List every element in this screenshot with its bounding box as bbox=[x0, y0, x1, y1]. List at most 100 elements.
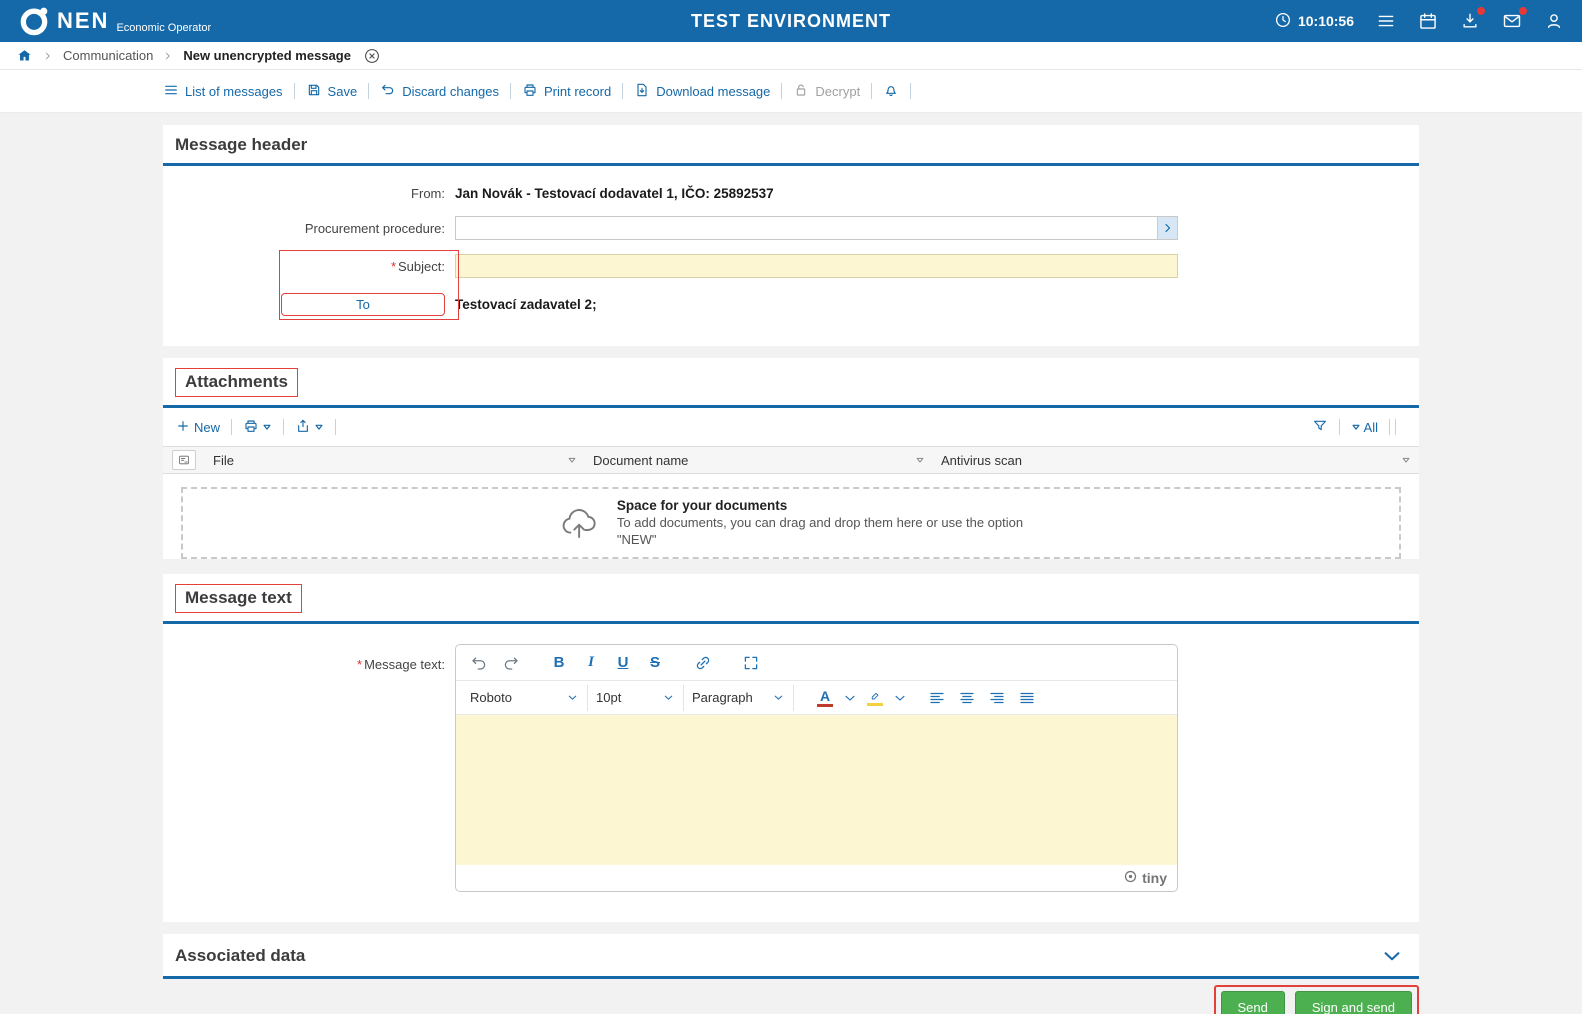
editor-footer: tiny bbox=[456, 865, 1177, 891]
toolbar-separator bbox=[283, 419, 284, 435]
dropdown-caret-icon bbox=[262, 420, 272, 435]
column-filter-caret-icon[interactable] bbox=[915, 455, 925, 465]
fullscreen-button[interactable] bbox=[736, 649, 766, 677]
required-asterisk: * bbox=[357, 657, 362, 672]
procurement-procedure-input[interactable] bbox=[455, 216, 1178, 240]
print-record-button[interactable]: Print record bbox=[522, 82, 611, 101]
decrypt-button[interactable]: Decrypt bbox=[793, 82, 860, 101]
italic-button[interactable]: I bbox=[576, 649, 606, 677]
plus-icon bbox=[175, 418, 191, 437]
downloads-notification-badge bbox=[1477, 7, 1485, 15]
filter-all-label: All bbox=[1364, 420, 1378, 435]
export-attachments-button[interactable] bbox=[295, 418, 324, 437]
highlight-color-caret[interactable] bbox=[892, 684, 908, 712]
topbar: NEN Economic Operator TEST ENVIRONMENT 1… bbox=[0, 0, 1582, 42]
underline-button[interactable]: U bbox=[608, 649, 638, 677]
filter-all-button[interactable]: All bbox=[1351, 420, 1378, 435]
cloud-upload-icon bbox=[559, 507, 601, 539]
breadcrumb: Communication New unencrypted message bbox=[0, 42, 1582, 70]
notifications-bell-button[interactable] bbox=[883, 82, 899, 101]
procurement-lookup-button[interactable] bbox=[1157, 217, 1177, 239]
downloads-button[interactable] bbox=[1460, 11, 1480, 31]
align-right-button[interactable] bbox=[982, 684, 1012, 712]
nen-brand[interactable]: NEN Economic Operator bbox=[18, 5, 211, 37]
bell-icon bbox=[883, 82, 899, 101]
bottom-actions-bar: Send Sign and send bbox=[163, 985, 1419, 1014]
document-download-icon bbox=[634, 82, 650, 101]
save-button[interactable]: Save bbox=[306, 82, 358, 101]
bold-button[interactable]: B bbox=[544, 649, 574, 677]
close-tab-icon[interactable] bbox=[363, 47, 381, 65]
calendar-button[interactable] bbox=[1418, 11, 1438, 31]
font-size-select[interactable]: 10pt bbox=[588, 685, 684, 711]
message-text-label: Message text: bbox=[364, 657, 445, 672]
documents-dropzone[interactable]: Space for your documents To add document… bbox=[181, 487, 1401, 559]
section-underline bbox=[163, 976, 1419, 979]
toolbar-separator bbox=[781, 83, 782, 99]
procurement-procedure-label: Procurement procedure: bbox=[163, 221, 455, 236]
toolbar-separator bbox=[1339, 419, 1340, 435]
user-profile-button[interactable] bbox=[1544, 11, 1564, 31]
filter-button[interactable] bbox=[1312, 418, 1328, 437]
column-filter-caret-icon[interactable] bbox=[567, 455, 577, 465]
column-header-file[interactable]: File bbox=[205, 447, 585, 473]
strikethrough-button[interactable]: S bbox=[640, 649, 670, 677]
font-family-select[interactable]: Roboto bbox=[462, 685, 588, 711]
message-header-title: Message header bbox=[163, 125, 1419, 163]
link-button[interactable] bbox=[688, 649, 718, 677]
align-left-button[interactable] bbox=[922, 684, 952, 712]
column-settings-icon[interactable] bbox=[172, 450, 196, 470]
breadcrumb-communication[interactable]: Communication bbox=[63, 48, 153, 63]
download-message-label: Download message bbox=[656, 84, 770, 99]
message-header-section: Message header From: Jan Novák - Testova… bbox=[163, 125, 1419, 346]
breadcrumb-current: New unencrypted message bbox=[183, 48, 351, 63]
text-color-button[interactable]: A bbox=[808, 684, 842, 712]
column-header-antivirus-label: Antivirus scan bbox=[941, 453, 1022, 468]
expand-section-chevron-icon[interactable] bbox=[1381, 945, 1403, 967]
font-family-value: Roboto bbox=[470, 690, 512, 705]
record-toolbar: List of messages Save Discard changes Pr… bbox=[0, 70, 1582, 113]
subject-label: Subject: bbox=[398, 259, 445, 274]
highlight-color-button[interactable] bbox=[858, 684, 892, 712]
align-center-button[interactable] bbox=[952, 684, 982, 712]
messages-button[interactable] bbox=[1502, 11, 1522, 31]
sign-and-send-button[interactable]: Sign and send bbox=[1295, 991, 1412, 1014]
column-header-antivirus[interactable]: Antivirus scan bbox=[933, 447, 1419, 473]
discard-changes-button[interactable]: Discard changes bbox=[380, 82, 499, 101]
download-message-button[interactable]: Download message bbox=[634, 82, 770, 101]
column-header-document-name[interactable]: Document name bbox=[585, 447, 933, 473]
toolbar-separator bbox=[231, 419, 232, 435]
main-menu-button[interactable] bbox=[1376, 11, 1396, 31]
align-justify-button[interactable] bbox=[1012, 684, 1042, 712]
column-header-file-label: File bbox=[213, 453, 234, 468]
associated-data-title: Associated data bbox=[175, 946, 305, 966]
message-text-title: Message text bbox=[175, 584, 302, 613]
text-color-caret[interactable] bbox=[842, 684, 858, 712]
attachments-section: Attachments New All bbox=[163, 358, 1419, 559]
dropdown-caret-icon bbox=[314, 420, 324, 435]
toolbar-separator bbox=[1395, 419, 1396, 435]
toolbar-separator bbox=[871, 83, 872, 99]
subject-input[interactable] bbox=[455, 254, 1178, 278]
tiny-logo-icon bbox=[1123, 869, 1138, 887]
printer-icon bbox=[243, 418, 259, 437]
home-icon[interactable] bbox=[16, 47, 33, 64]
from-label: From: bbox=[163, 186, 455, 201]
redo-button[interactable] bbox=[496, 649, 526, 677]
printer-icon bbox=[522, 82, 538, 101]
actions-highlight-box: Send Sign and send bbox=[1214, 985, 1420, 1014]
list-icon bbox=[163, 82, 179, 101]
message-text-input-area[interactable] bbox=[456, 715, 1177, 865]
to-recipients-value: Testovací zadavatel 2; bbox=[455, 297, 1419, 312]
undo-button[interactable] bbox=[464, 649, 494, 677]
column-filter-caret-icon[interactable] bbox=[1401, 455, 1411, 465]
dropzone-instructions-new: "NEW" bbox=[617, 532, 1023, 548]
to-button[interactable]: To bbox=[281, 293, 445, 316]
send-button[interactable]: Send bbox=[1221, 991, 1285, 1014]
print-attachments-button[interactable] bbox=[243, 418, 272, 437]
new-attachment-label: New bbox=[194, 420, 220, 435]
list-of-messages-button[interactable]: List of messages bbox=[163, 82, 283, 101]
new-attachment-button[interactable]: New bbox=[175, 418, 220, 437]
block-format-select[interactable]: Paragraph bbox=[684, 685, 794, 711]
toolbar-separator bbox=[335, 419, 336, 435]
